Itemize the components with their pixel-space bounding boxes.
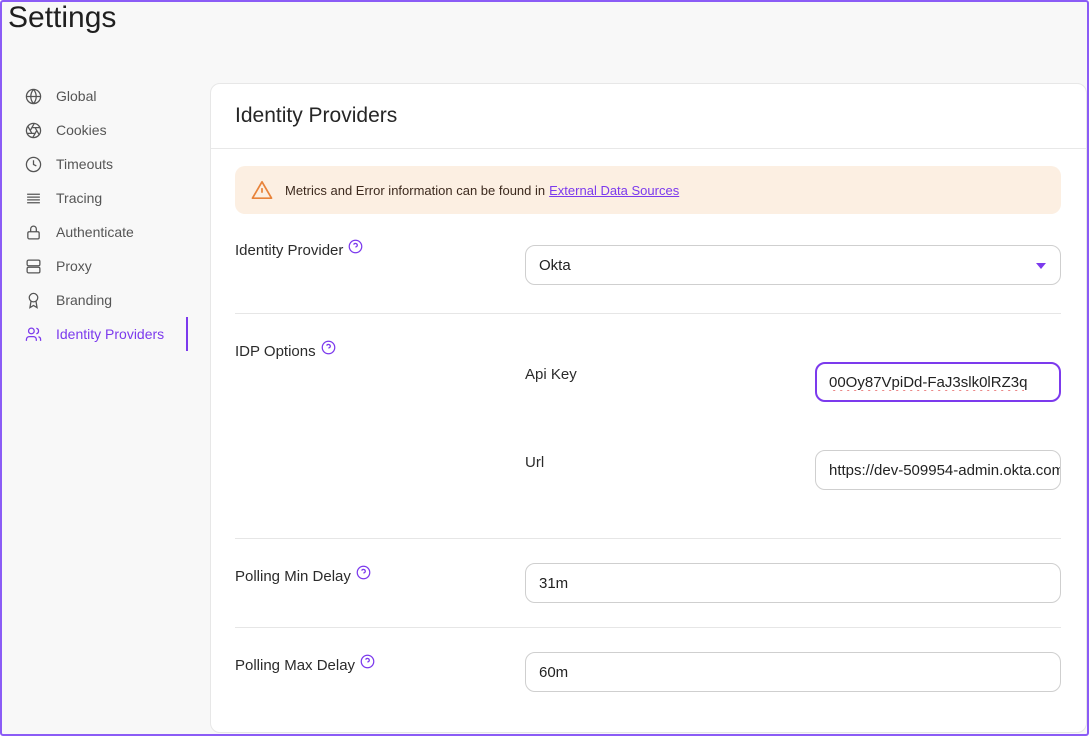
polling-max-row: Polling Max Delay [235,654,375,674]
polling-min-input[interactable]: 31m [525,563,1061,603]
sidebar-item-label: Timeouts [56,156,114,172]
url-input[interactable]: https://dev-509954-admin.okta.com [815,450,1061,490]
alert-text: Metrics and Error information can be fou… [285,182,546,198]
url-value: https://dev-509954-admin.okta.com [829,461,1060,479]
settings-window: Settings Global Cookies Timeouts Tracing [0,0,1089,736]
polling-max-value: 60m [539,663,569,681]
external-data-sources-link[interactable]: External Data Sources [549,183,679,198]
list-icon [24,189,42,207]
help-icon[interactable] [348,239,363,254]
award-icon [24,291,42,309]
identity-provider-row: Identity Provider [235,239,363,259]
idp-options-row: IDP Options [235,340,336,360]
sidebar-item-label: Global [56,88,97,104]
sidebar-item-identity-providers[interactable]: Identity Providers [22,317,188,351]
polling-max-input[interactable]: 60m [525,652,1061,692]
api-key-label: Api Key [525,366,577,383]
divider [235,627,1061,628]
divider [235,313,1061,314]
sidebar-item-branding[interactable]: Branding [22,283,188,317]
sidebar-item-global[interactable]: Global [22,79,188,113]
identity-provider-value: Okta [539,256,571,274]
sidebar-item-cookies[interactable]: Cookies [22,113,188,147]
sidebar-item-label: Identity Providers [56,326,165,342]
page-title: Settings [8,1,117,34]
api-key-input[interactable]: 00Oy87VpiDd-FaJ3slk0lRZ3q [815,362,1061,402]
help-icon[interactable] [356,565,371,580]
sidebar-item-timeouts[interactable]: Timeouts [22,147,188,181]
warning-icon [251,180,273,200]
identity-providers-panel: Identity Providers Metrics and Error inf… [210,83,1087,733]
help-icon[interactable] [360,654,375,669]
sidebar-item-label: Branding [56,292,113,308]
sidebar-item-label: Cookies [56,122,107,138]
users-icon [24,325,42,343]
panel-header: Identity Providers [211,84,1086,149]
chevron-down-icon [1036,263,1046,269]
polling-min-row: Polling Min Delay [235,565,371,585]
sidebar-item-label: Tracing [56,190,103,206]
identity-provider-label: Identity Provider [235,242,344,259]
globe-icon [24,87,42,105]
polling-max-label: Polling Max Delay [235,657,356,674]
panel-title: Identity Providers [235,104,398,127]
help-icon[interactable] [321,340,336,355]
server-icon [24,257,42,275]
divider [235,538,1061,539]
info-alert: Metrics and Error information can be fou… [235,166,1061,214]
lock-icon [24,223,42,241]
sidebar-item-proxy[interactable]: Proxy [22,249,188,283]
api-key-value: 00Oy87VpiDd-FaJ3slk0lRZ3q [829,373,1028,391]
clock-icon [24,155,42,173]
sidebar-item-label: Proxy [56,258,92,274]
sidebar: Global Cookies Timeouts Tracing Authenti… [22,79,188,351]
polling-min-label: Polling Min Delay [235,568,351,585]
sidebar-item-label: Authenticate [56,224,134,240]
sidebar-item-tracing[interactable]: Tracing [22,181,188,215]
polling-min-value: 31m [539,574,569,592]
url-label: Url [525,454,545,471]
idp-options-label: IDP Options [235,343,316,360]
aperture-icon [24,121,42,139]
sidebar-item-authenticate[interactable]: Authenticate [22,215,188,249]
identity-provider-select[interactable]: Okta [525,245,1061,285]
